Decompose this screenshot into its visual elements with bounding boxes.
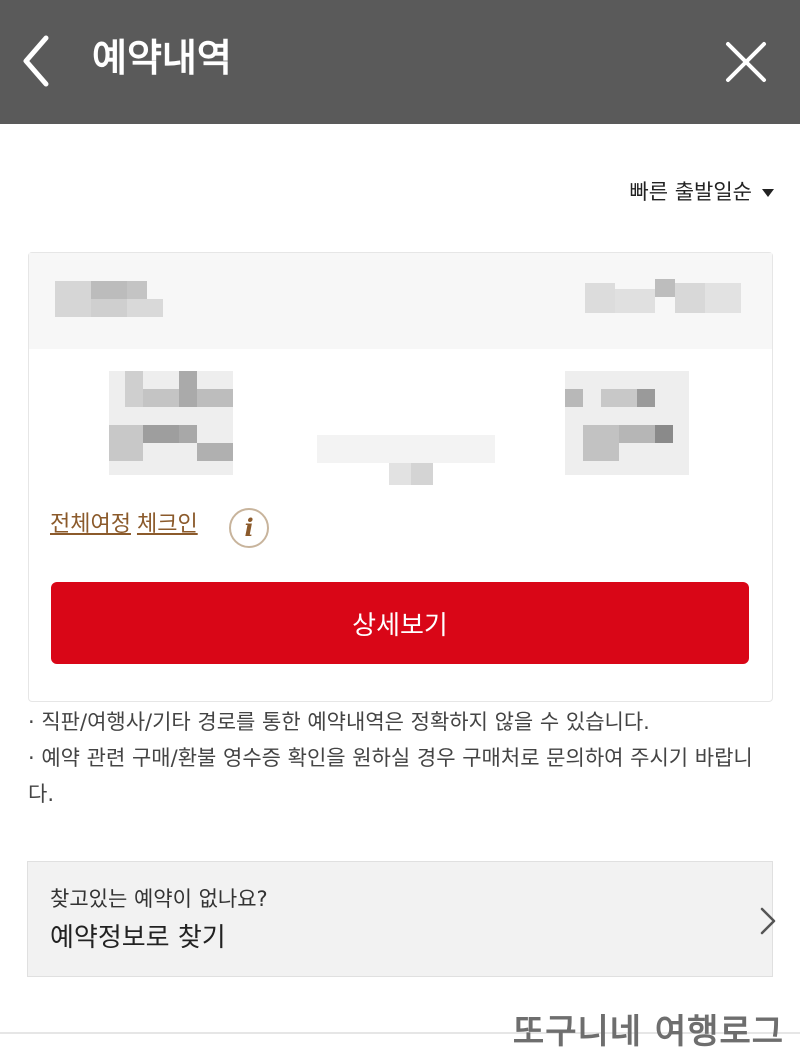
sort-dropdown[interactable]: 빠른 출발일순 xyxy=(629,176,774,208)
censored-departure xyxy=(109,371,233,475)
find-reservation-button[interactable]: 찾고있는 예약이 없나요? 예약정보로 찾기 xyxy=(27,861,776,977)
censored-booking-date xyxy=(585,279,745,315)
detail-button[interactable]: 상세보기 xyxy=(51,582,749,664)
notice-line-2: · 예약 관련 구매/환불 영수증 확인을 원하실 경우 구매처로 문의하여 주… xyxy=(28,746,753,806)
find-title: 예약정보로 찾기 xyxy=(50,923,226,953)
info-icon[interactable]: i xyxy=(229,508,269,548)
watermark: 또구니네 여행로그 xyxy=(512,1012,784,1052)
censored-flight-info xyxy=(317,427,495,487)
itinerary-links: 전체여정 체크인 xyxy=(50,508,204,542)
censored-booking-number xyxy=(55,281,165,317)
sort-label: 빠른 출발일순 xyxy=(629,180,752,204)
checkin-link[interactable]: 체크인 xyxy=(137,512,198,537)
censored-arrival xyxy=(565,371,689,475)
page-title: 예약내역 xyxy=(92,36,232,80)
close-button[interactable] xyxy=(722,38,770,86)
back-button[interactable] xyxy=(14,28,70,94)
find-question: 찾고있는 예약이 없나요? xyxy=(50,887,268,911)
notice-text: · 직판/여행사/기타 경로를 통한 예약내역은 정확하지 않을 수 있습니다.… xyxy=(28,704,772,812)
chevron-left-icon xyxy=(23,35,49,87)
app-header: 예약내역 xyxy=(0,0,800,124)
itinerary-link[interactable]: 전체여정 xyxy=(50,512,131,537)
close-icon xyxy=(726,42,766,82)
notice-line-1: · 직판/여행사/기타 경로를 통한 예약내역은 정확하지 않을 수 있습니다. xyxy=(28,710,650,734)
chevron-right-icon xyxy=(760,907,776,935)
caret-down-icon xyxy=(762,189,774,197)
